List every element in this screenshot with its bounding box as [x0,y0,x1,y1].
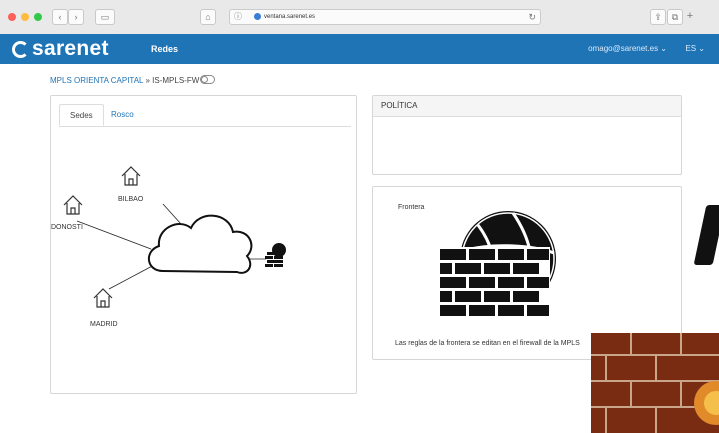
link-donosti-cloud [76,220,152,250]
minimize-window-button[interactable] [21,13,29,21]
reload-icon[interactable]: ↻ [528,10,536,24]
user-menu[interactable]: omago@sarenet.es ⌄ [588,34,667,64]
home-icon: ⌂ [205,12,211,22]
sarenet-logo[interactable]: sarenet [12,34,109,64]
breadcrumb-separator: » [145,76,150,85]
house-icon-madrid [93,288,113,308]
zoom-window-button[interactable] [34,13,42,21]
sites-panel: Sedes Rosco BILBAO DONOSTI MADRID [50,95,357,394]
close-window-button[interactable] [8,13,16,21]
sarenet-logo-icon [12,40,29,58]
breadcrumb-parent-link[interactable]: MPLS ORIENTA CAPITAL [50,76,143,85]
node-label-bilbao: BILBAO [118,196,144,203]
link-madrid-cloud [108,263,157,290]
share-button[interactable]: ⇪ [650,9,666,25]
section-title: Redes [151,44,179,54]
frontera-title: Frontera [398,204,425,211]
breadcrumb: MPLS ORIENTA CAPITAL » IS-MPLS-FW [50,76,199,85]
chevron-left-icon: ‹ [58,12,62,22]
firewall-small-icon [265,243,286,267]
info-icon: ⓘ [234,12,242,21]
overlay-brick-image [591,333,719,433]
firewall-large-icon [438,211,556,319]
forward-button[interactable]: › [68,9,84,25]
sidebar-toggle-button[interactable]: ▭ [95,9,115,25]
plus-icon: + [686,10,694,22]
view-toggle-switch[interactable] [200,75,215,84]
language-menu[interactable]: ES ⌄ [685,34,705,64]
overlay-dark-shape [693,205,719,265]
house-icon-donosti [63,195,83,215]
frontera-caption: Las reglas de la frontera se editan en e… [395,340,580,347]
chevron-right-icon: › [74,12,78,22]
tabs-icon: ⧉ [671,12,679,22]
network-diagram [63,166,286,308]
sidebar-icon: ▭ [100,12,110,22]
link-bilbao-cloud [162,203,182,225]
breadcrumb-current: IS-MPLS-FW [152,76,200,85]
node-label-donosti: DONOSTI [51,224,83,231]
share-icon: ⇪ [654,12,662,22]
logo-text: sarenet [32,37,109,60]
home-button[interactable]: ⌂ [200,9,216,25]
browser-toolbar: ‹ › ▭ ⌂ ⓘ ventana.sarenet.es ↻ ⇪ ⧉ + [0,0,719,35]
politica-title: POLÍTICA [373,96,681,117]
browser-window: ‹ › ▭ ⌂ ⓘ ventana.sarenet.es ↻ ⇪ ⧉ + sar… [0,0,719,433]
app-header: sarenet Redes omago@sarenet.es ⌄ ES ⌄ [0,34,719,64]
address-bar[interactable]: ⓘ ventana.sarenet.es ↻ [229,9,541,25]
node-label-madrid: MADRID [90,321,118,328]
brick-photo-icon [591,333,719,433]
new-tab-button[interactable]: + [684,9,696,23]
url-text: ventana.sarenet.es [264,14,316,20]
house-icon-bilbao [121,166,141,186]
back-button[interactable]: ‹ [52,9,68,25]
politica-panel: POLÍTICA [372,95,682,175]
site-globe-icon [254,13,261,20]
tabs-button[interactable]: ⧉ [667,9,683,25]
mpls-cloud-icon [148,214,253,274]
